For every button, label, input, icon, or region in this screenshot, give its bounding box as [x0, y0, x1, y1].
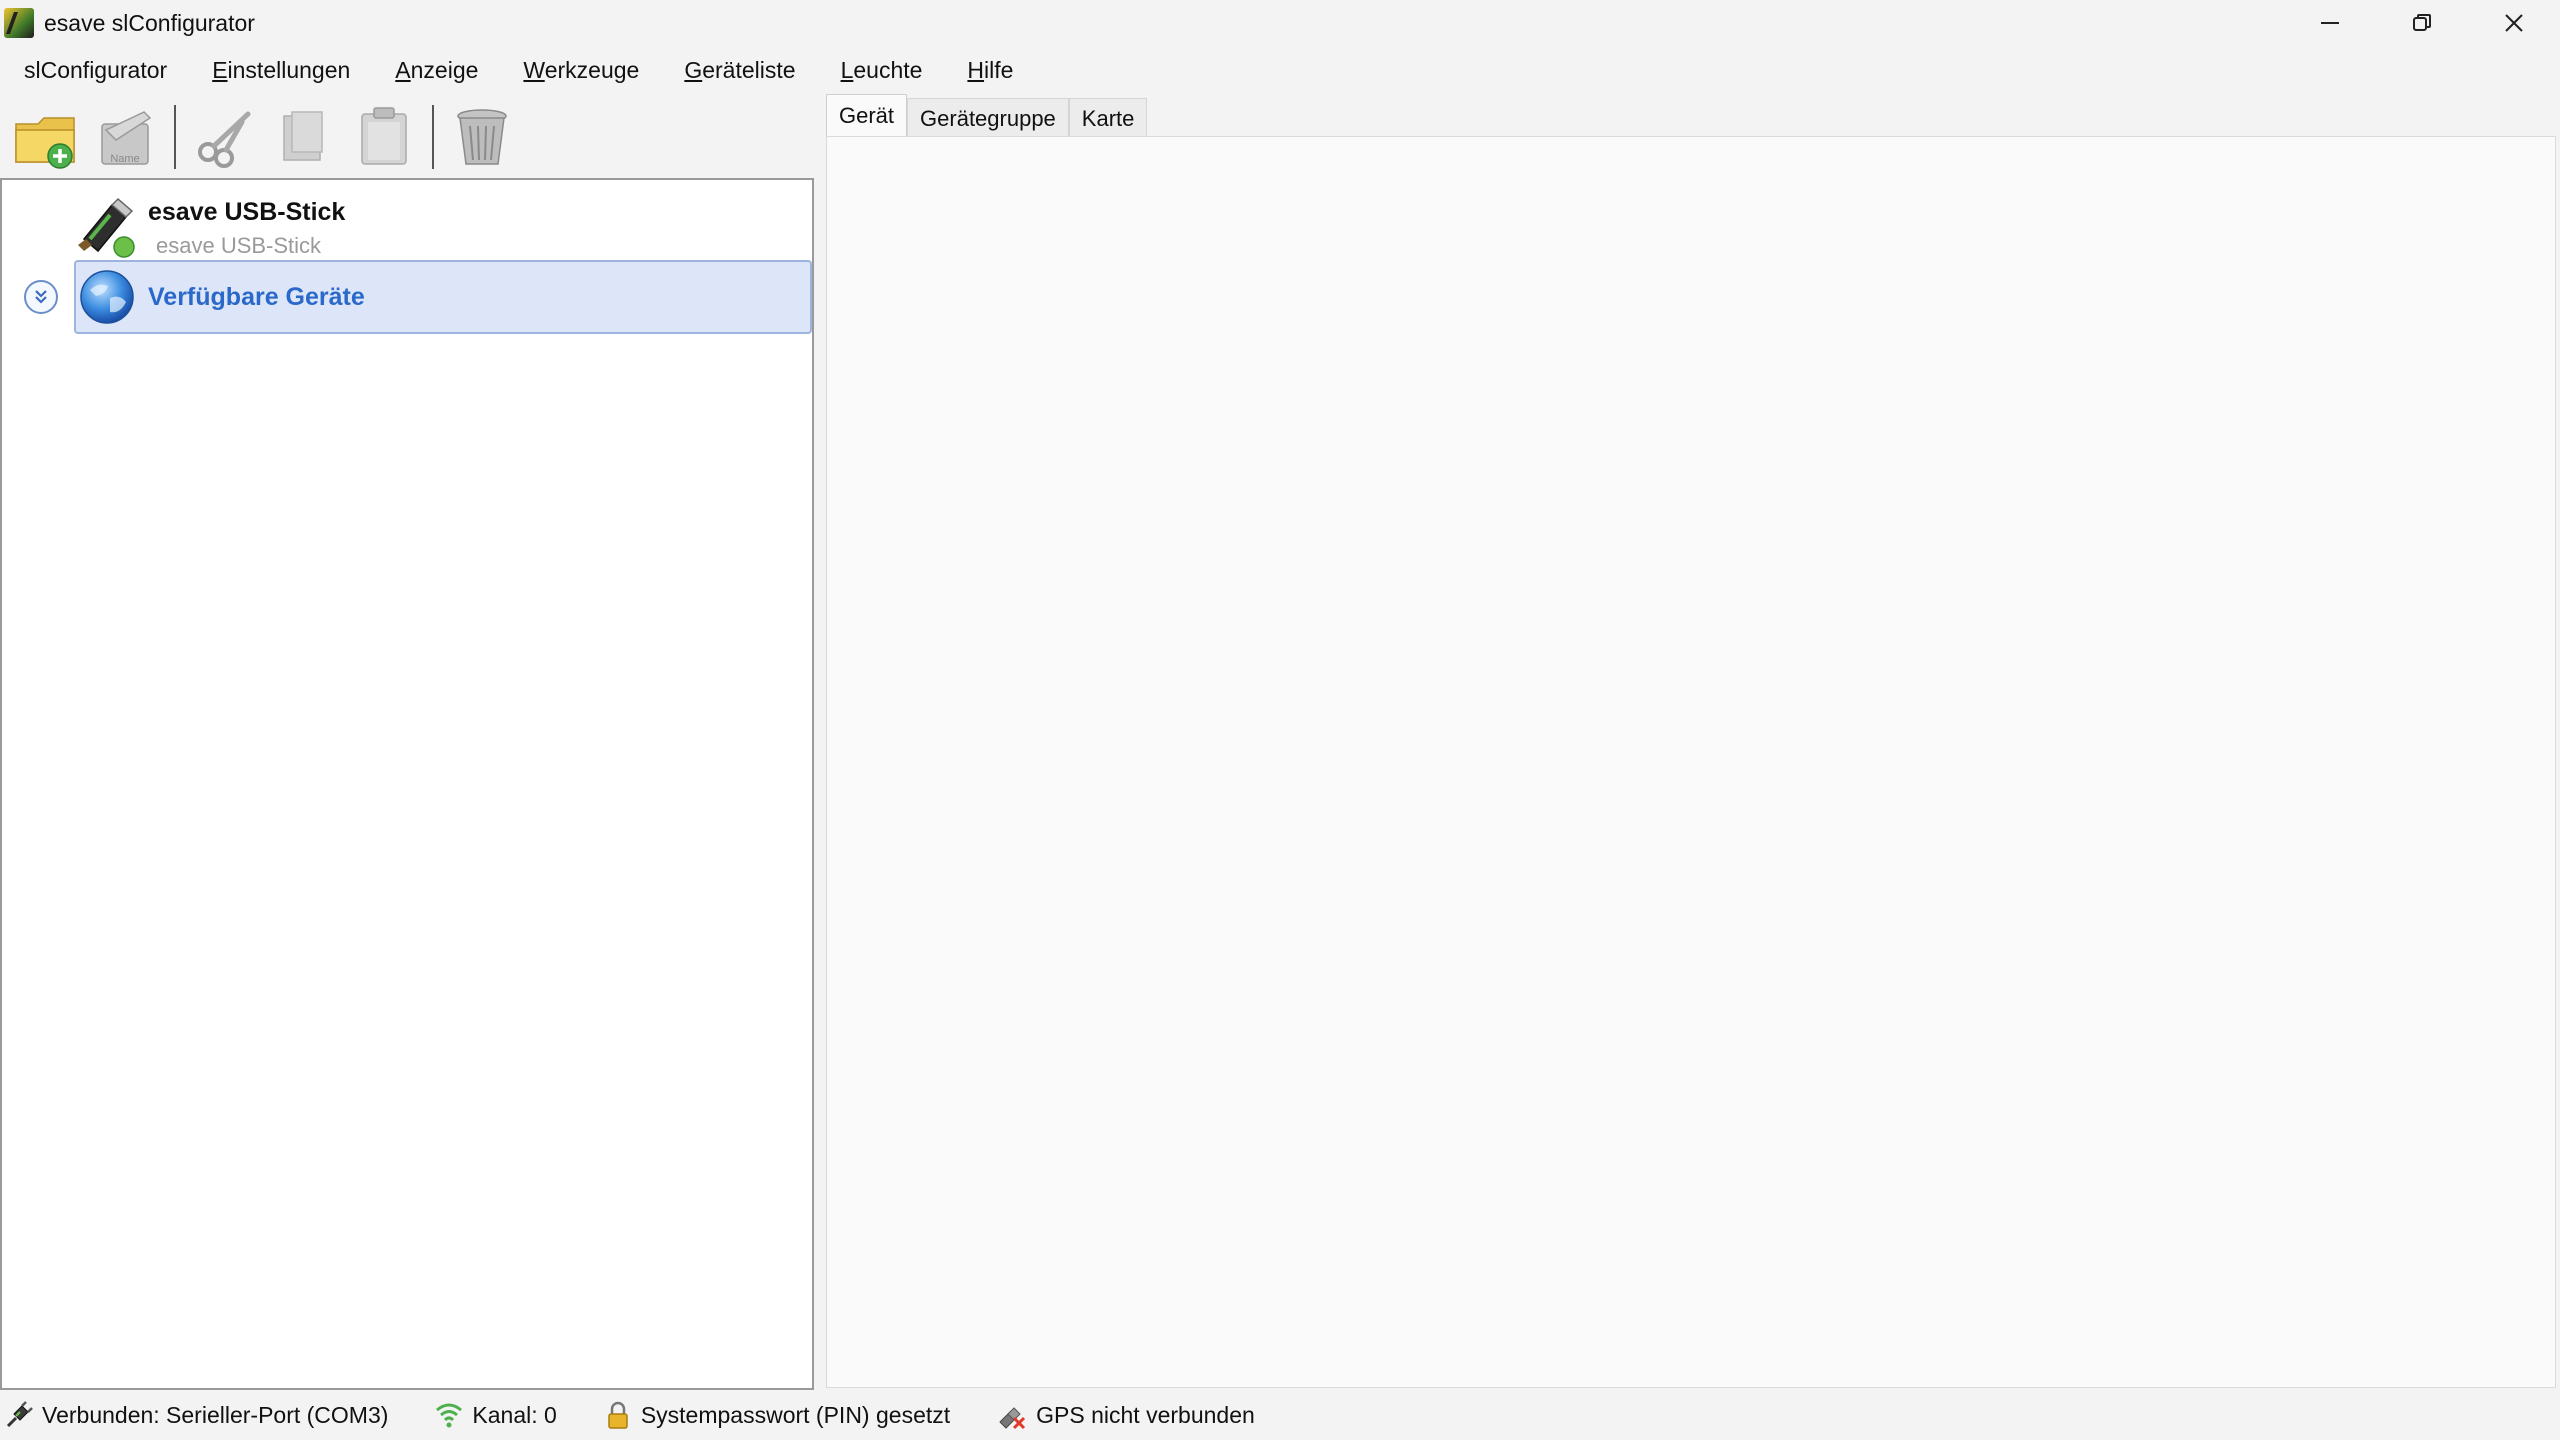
- globe-icon: [80, 270, 134, 324]
- tab-geraetegruppe[interactable]: Gerätegruppe: [907, 98, 1069, 138]
- tab-bar: Gerät Gerätegruppe Karte: [826, 94, 1148, 138]
- toolbar-separator: [432, 105, 434, 169]
- gps-disconnected-icon: [999, 1407, 1026, 1430]
- menu-geraeteliste[interactable]: Geräteliste: [680, 53, 799, 88]
- restore-button[interactable]: [2376, 0, 2468, 46]
- device-tree[interactable]: esave USB-Stick esave USB-Stick Verfügba…: [0, 178, 814, 1390]
- menu-bar: slConfigurator Einstellungen Anzeige Wer…: [0, 46, 2560, 94]
- wifi-signal-icon: [436, 1403, 463, 1428]
- status-connection: Verbunden: Serieller-Port (COM3): [4, 1400, 388, 1430]
- paste-button[interactable]: [350, 102, 418, 172]
- restore-icon: [2413, 14, 2431, 31]
- chevron-double-down-icon: [35, 290, 47, 304]
- close-button[interactable]: [2468, 0, 2560, 46]
- cut-icon: [198, 111, 251, 168]
- connected-plug-icon: [6, 1401, 33, 1428]
- lock-icon: [608, 1401, 628, 1429]
- cut-button[interactable]: [190, 102, 258, 172]
- usb-stick-title: esave USB-Stick: [148, 197, 346, 226]
- rename-badge: Name: [110, 153, 139, 165]
- delete-icon: [457, 109, 507, 165]
- window-controls: [2284, 0, 2560, 46]
- rename-button[interactable]: Name: [92, 102, 160, 172]
- status-gps: GPS nicht verbunden: [996, 1400, 1255, 1430]
- new-folder-button[interactable]: [12, 102, 80, 172]
- tab-content-panel: [826, 136, 2556, 1388]
- menu-einstellungen[interactable]: Einstellungen: [208, 53, 354, 88]
- available-devices-label: Verfügbare Geräte: [148, 282, 365, 311]
- title-bar: esave slConfigurator: [0, 0, 2560, 46]
- menu-anzeige[interactable]: Anzeige: [391, 53, 482, 88]
- status-password-text: Systempasswort (PIN) gesetzt: [640, 1401, 951, 1428]
- status-gps-text: GPS nicht verbunden: [1036, 1401, 1255, 1428]
- menu-hilfe[interactable]: Hilfe: [963, 53, 1017, 88]
- tab-karte[interactable]: Karte: [1068, 98, 1148, 138]
- menu-werkzeuge[interactable]: Werkzeuge: [519, 53, 643, 88]
- copy-button[interactable]: [270, 102, 338, 172]
- close-icon: [2505, 14, 2523, 32]
- toolbar-separator: [174, 105, 176, 169]
- app-logo-icon: [4, 8, 34, 38]
- new-folder-icon: [15, 117, 75, 169]
- tree-node-available-devices[interactable]: Verfügbare Geräte: [74, 260, 812, 334]
- toolbar: Name: [0, 96, 812, 178]
- status-channel: Kanal: 0: [434, 1400, 557, 1430]
- tree-node-usb-stick[interactable]: esave USB-Stick esave USB-Stick: [74, 190, 345, 266]
- paste-icon: [361, 107, 407, 165]
- status-channel-text: Kanal: 0: [472, 1401, 557, 1428]
- status-connection-text: Verbunden: Serieller-Port (COM3): [42, 1401, 389, 1428]
- usb-stick-subtitle: esave USB-Stick: [156, 232, 322, 258]
- status-password: Systempasswort (PIN) gesetzt: [603, 1400, 950, 1430]
- copy-icon: [283, 111, 323, 161]
- status-bar: Verbunden: Serieller-Port (COM3) Kanal: …: [0, 1390, 2560, 1440]
- tab-geraet[interactable]: Gerät: [826, 94, 908, 138]
- menu-slconfigurator[interactable]: slConfigurator: [20, 53, 171, 88]
- usb-stick-icon: [78, 197, 135, 258]
- rename-icon: Name: [101, 111, 152, 165]
- minimize-icon: [2321, 22, 2339, 24]
- window-title: esave slConfigurator: [44, 9, 255, 36]
- minimize-button[interactable]: [2284, 0, 2376, 46]
- menu-leuchte[interactable]: Leuchte: [837, 53, 927, 88]
- expand-toggle[interactable]: [24, 280, 58, 314]
- delete-button[interactable]: [448, 102, 516, 172]
